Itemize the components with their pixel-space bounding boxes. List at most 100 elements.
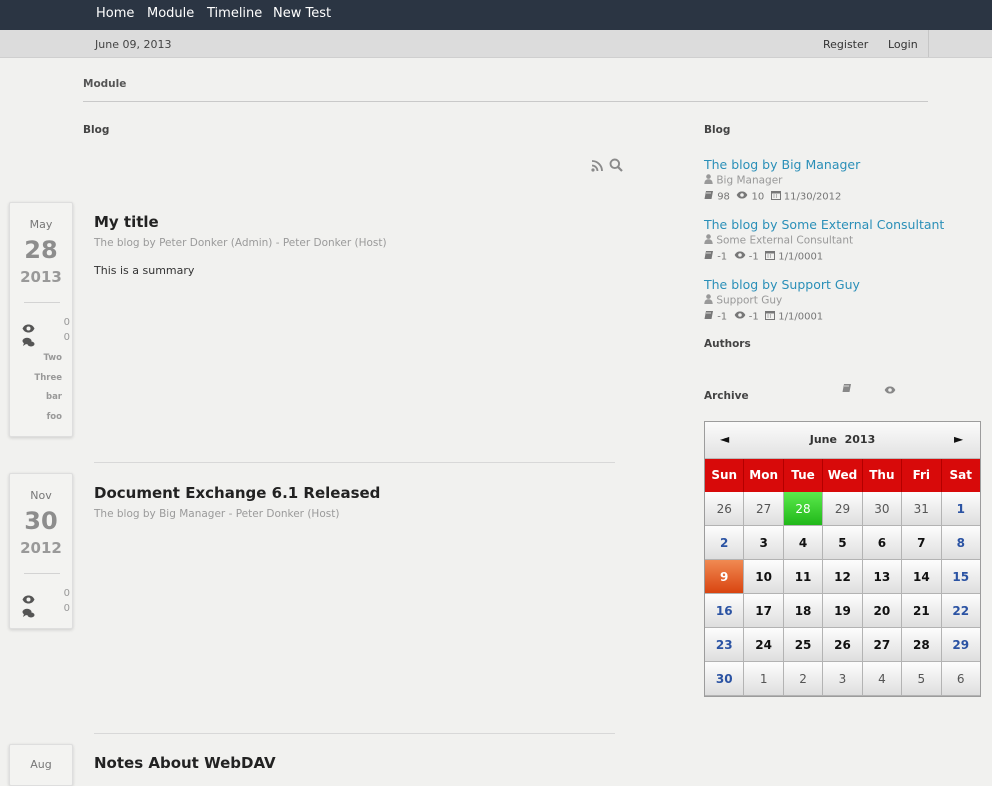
sub-bar: June 09, 2013 Register Login (0, 30, 992, 58)
nav-timeline[interactable]: Timeline (207, 6, 262, 21)
calendar-day[interactable]: 27 (862, 628, 903, 662)
view-count: 0 (63, 317, 70, 328)
post-date-card: May 28 2013 0 0 Two Three bar foo (9, 202, 73, 437)
calendar-day[interactable]: 6 (941, 662, 980, 696)
eye-icon (22, 589, 36, 604)
divider (94, 733, 615, 734)
calendar-day[interactable]: 1 (941, 492, 980, 526)
user-icon (704, 234, 713, 247)
eye-icon (22, 318, 36, 333)
blog-author: Support Guy (704, 294, 782, 307)
post-tag[interactable]: Two (43, 353, 62, 363)
view-count: 0 (63, 588, 70, 599)
post-month: Aug (30, 758, 52, 771)
calendar-day[interactable]: 4 (783, 526, 824, 560)
top-navigation: Home Module Timeline New Test (0, 0, 992, 30)
nav-home[interactable]: Home (96, 6, 134, 21)
calendar-day[interactable]: 22 (941, 594, 980, 628)
view-count: 10 (751, 191, 765, 203)
blog-meta: -1 -1 1/1/0001 (704, 310, 823, 323)
calendar-day[interactable]: 27 (744, 492, 784, 526)
post-tag[interactable]: bar (46, 392, 62, 402)
eye-icon (736, 191, 748, 202)
calendar-day[interactable]: 5 (902, 662, 942, 696)
post-day: 28 (24, 236, 58, 264)
post-tag[interactable]: foo (47, 412, 62, 422)
comment-count: 0 (63, 603, 70, 614)
calendar-day[interactable]: 21 (902, 594, 942, 628)
calendar-day[interactable]: 17 (744, 594, 784, 628)
calendar-day[interactable]: 1 (744, 662, 784, 696)
calendar-day[interactable]: 29 (941, 628, 980, 662)
calendar-day[interactable]: 15 (941, 560, 980, 594)
calendar-day[interactable]: 23 (705, 628, 745, 662)
blog-link[interactable]: The blog by Support Guy (704, 277, 860, 292)
blog-link[interactable]: The blog by Big Manager (704, 157, 860, 172)
calendar-day[interactable]: 7 (902, 526, 942, 560)
comments-icon (22, 333, 36, 347)
post-tag[interactable]: Three (34, 373, 62, 383)
rss-icon[interactable] (591, 157, 604, 176)
calendar-day[interactable]: 3 (823, 662, 863, 696)
eye-icon (734, 251, 746, 262)
calendar-day[interactable]: 24 (744, 628, 784, 662)
login-link[interactable]: Login (888, 38, 918, 51)
post-day: 30 (24, 507, 58, 535)
calendar-day[interactable]: 2 (705, 526, 745, 560)
post-year: 2012 (20, 539, 62, 557)
post-blog-info: The blog by Big Manager - Peter Donker (… (94, 508, 340, 520)
calendar-day[interactable]: 5 (823, 526, 863, 560)
calendar-day[interactable]: 4 (862, 662, 903, 696)
post-date-card: Nov 30 2012 0 0 (9, 473, 73, 629)
author-name: Big Manager (716, 174, 783, 187)
archive-title: Archive (704, 390, 749, 402)
calendar-week-row: 30 1 2 3 4 5 6 (705, 662, 980, 696)
comments-icon (22, 604, 36, 618)
calendar-day[interactable]: 29 (823, 492, 863, 526)
blog-link[interactable]: The blog by Some External Consultant (704, 217, 944, 232)
divider (928, 30, 929, 57)
calendar-day[interactable]: 18 (783, 594, 824, 628)
calendar-day[interactable]: 8 (941, 526, 980, 560)
calendar-icon (765, 250, 776, 263)
view-count: -1 (748, 311, 759, 323)
user-icon (704, 294, 713, 307)
calendar-day[interactable]: 19 (823, 594, 863, 628)
post-title[interactable]: Document Exchange 6.1 Released (94, 484, 380, 502)
calendar-day[interactable]: 31 (902, 492, 942, 526)
calendar-day[interactable]: 28 (783, 492, 824, 526)
post-blog-info: The blog by Peter Donker (Admin) - Peter… (94, 237, 387, 249)
calendar-day[interactable]: 12 (823, 560, 863, 594)
calendar-day[interactable]: 20 (862, 594, 903, 628)
blog-date: 11/30/2012 (783, 191, 842, 203)
calendar-day[interactable]: 26 (823, 628, 863, 662)
calendar-header: ◄ June 2013 ► (705, 422, 980, 459)
calendar-day[interactable]: 6 (862, 526, 903, 560)
post-title[interactable]: My title (94, 213, 159, 231)
calendar-day[interactable]: 10 (744, 560, 784, 594)
next-month-button[interactable]: ► (954, 432, 963, 446)
calendar-day[interactable]: 9 (705, 560, 745, 594)
post-count: -1 (717, 251, 728, 263)
register-link[interactable]: Register (823, 38, 868, 51)
blog-date: 1/1/0001 (778, 251, 824, 263)
calendar-day[interactable]: 30 (705, 662, 745, 696)
calendar-day[interactable]: 11 (783, 560, 824, 594)
calendar-day[interactable]: 28 (902, 628, 942, 662)
calendar-day[interactable]: 25 (783, 628, 824, 662)
search-icon[interactable] (609, 157, 623, 176)
sidebar-blog-title: Blog (704, 124, 731, 136)
calendar-day[interactable]: 13 (862, 560, 903, 594)
post-title[interactable]: Notes About WebDAV (94, 754, 276, 772)
calendar-day[interactable]: 26 (705, 492, 745, 526)
calendar-day[interactable]: 2 (783, 662, 824, 696)
nav-new-test[interactable]: New Test (273, 6, 331, 21)
calendar-day[interactable]: 30 (862, 492, 903, 526)
weekday-label: Tue (784, 459, 824, 492)
weekday-label: Fri (902, 459, 942, 492)
calendar-day[interactable]: 16 (705, 594, 745, 628)
calendar-day[interactable]: 14 (902, 560, 942, 594)
nav-module[interactable]: Module (147, 6, 194, 21)
author-name: Some External Consultant (716, 234, 854, 247)
calendar-day[interactable]: 3 (744, 526, 784, 560)
